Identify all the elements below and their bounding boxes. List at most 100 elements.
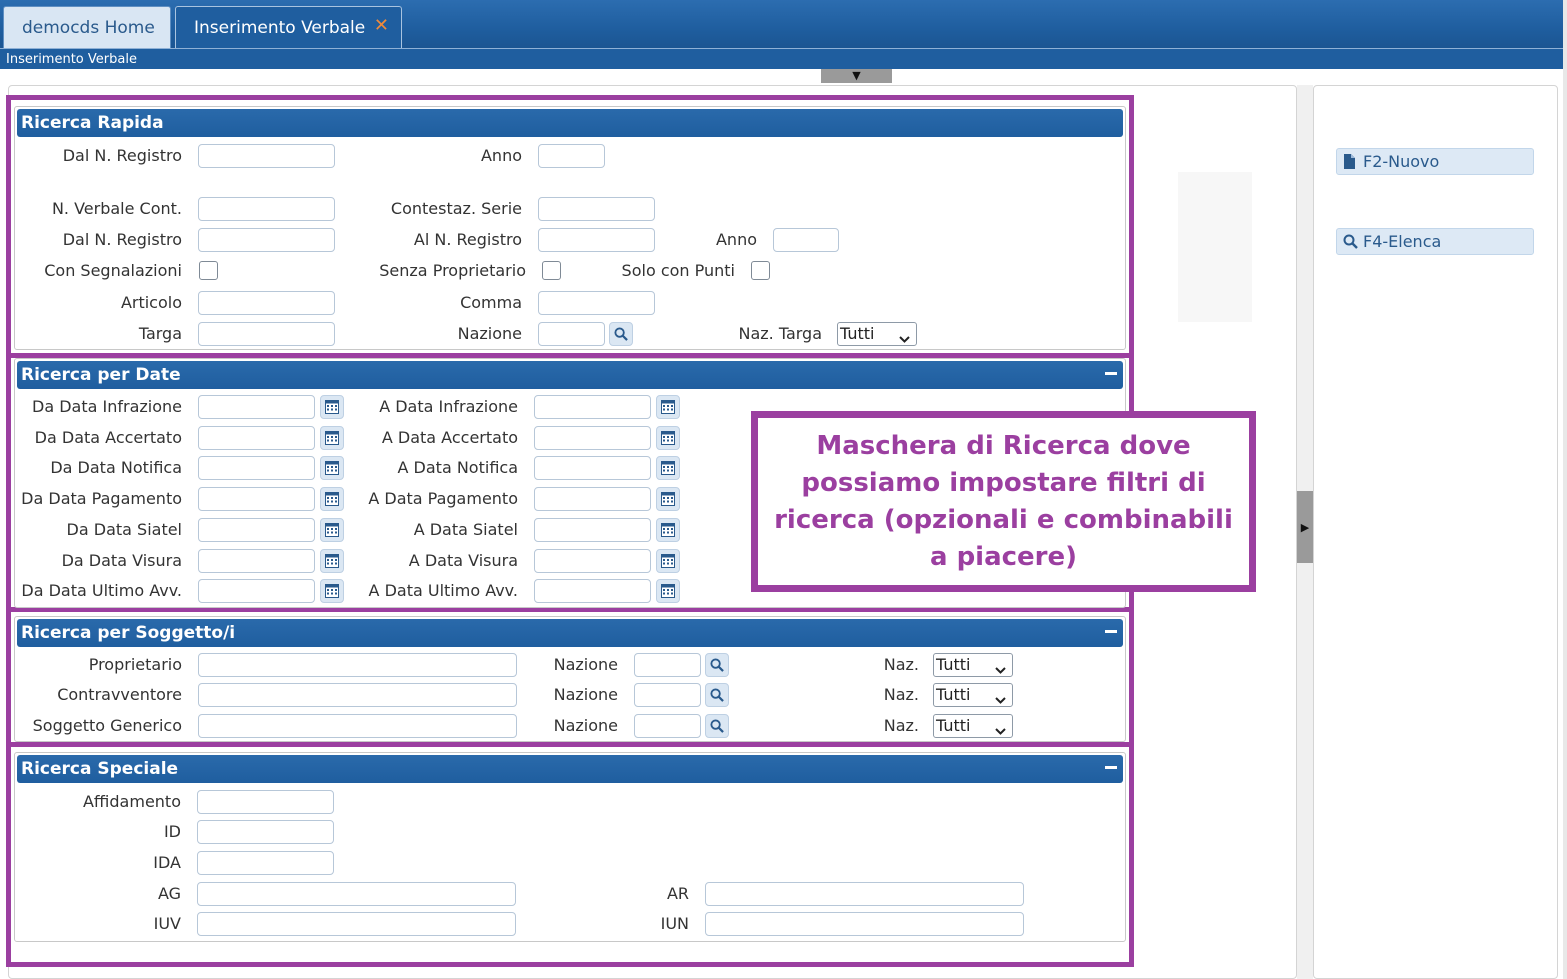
chevron-down-icon	[899, 328, 910, 350]
ar-input[interactable]	[705, 882, 1024, 906]
label-date-to: A Data Siatel	[413, 520, 518, 539]
anno-input[interactable]	[538, 144, 605, 168]
soggetto-input[interactable]	[198, 683, 517, 707]
date-from-input[interactable]	[198, 518, 315, 542]
dal-registro-2-input[interactable]	[198, 228, 335, 252]
label-iun: IUN	[660, 914, 689, 933]
date-to-calendar-button[interactable]	[656, 518, 680, 542]
nazione-input[interactable]	[634, 653, 701, 677]
minimize-icon[interactable]	[1105, 630, 1117, 633]
chevron-down-icon	[995, 720, 1006, 742]
label-naz: Naz.	[883, 685, 919, 704]
label-nazione: Nazione	[553, 716, 618, 735]
date-to-input[interactable]	[534, 487, 651, 511]
label-date-from: Da Data Pagamento	[21, 489, 182, 508]
date-from-calendar-button[interactable]	[320, 426, 344, 450]
naz-select[interactable]: Tutti	[933, 683, 1013, 707]
date-to-input[interactable]	[534, 579, 651, 603]
tab-home[interactable]: democds Home	[3, 6, 171, 48]
date-from-calendar-button[interactable]	[320, 518, 344, 542]
anno-2-input[interactable]	[773, 228, 839, 252]
naz-targa-select[interactable]: Tutti	[837, 322, 917, 346]
label-date-to: A Data Notifica	[397, 458, 518, 477]
date-to-calendar-button[interactable]	[656, 487, 680, 511]
dal-registro-input[interactable]	[198, 144, 335, 168]
nazione-search-button[interactable]	[609, 322, 633, 346]
al-registro-input[interactable]	[538, 228, 655, 252]
date-from-calendar-button[interactable]	[320, 487, 344, 511]
breadcrumb: Inserimento Verbale	[0, 48, 1567, 69]
date-to-calendar-button[interactable]	[656, 395, 680, 419]
date-from-input[interactable]	[198, 549, 315, 573]
iuv-input[interactable]	[197, 912, 516, 936]
tab-inserimento-verbale[interactable]: Inserimento Verbale ✕	[175, 6, 402, 48]
con-segnalazioni-checkbox[interactable]	[199, 261, 218, 280]
minimize-icon[interactable]	[1105, 766, 1117, 769]
date-to-calendar-button[interactable]	[656, 456, 680, 480]
date-from-calendar-button[interactable]	[320, 456, 344, 480]
soggetto-input[interactable]	[198, 653, 517, 677]
minimize-icon[interactable]	[1105, 372, 1117, 375]
soggetto-input[interactable]	[198, 714, 517, 738]
label-naz: Naz.	[883, 716, 919, 735]
close-icon[interactable]: ✕	[374, 15, 389, 36]
label-verbale-cont: N. Verbale Cont.	[51, 199, 182, 218]
side-panel	[1313, 85, 1558, 979]
label-soggetto: Proprietario	[88, 655, 182, 674]
date-to-input[interactable]	[534, 518, 651, 542]
date-to-input[interactable]	[534, 549, 651, 573]
date-to-calendar-button[interactable]	[656, 579, 680, 603]
naz-value: Tutti	[936, 685, 971, 704]
id-input[interactable]	[197, 820, 334, 844]
label-soggetto: Contravventore	[57, 685, 182, 704]
label-articolo: Articolo	[120, 293, 182, 312]
new-button[interactable]: F2-Nuovo	[1336, 148, 1534, 175]
nazione-search-button[interactable]	[705, 683, 729, 707]
nazione-search-button[interactable]	[705, 653, 729, 677]
verbale-cont-input[interactable]	[198, 197, 335, 221]
naz-select[interactable]: Tutti	[933, 653, 1013, 677]
highlight-separator	[8, 742, 1134, 747]
date-from-calendar-button[interactable]	[320, 549, 344, 573]
ag-input[interactable]	[197, 882, 516, 906]
nazione-input[interactable]	[634, 714, 701, 738]
ida-input[interactable]	[197, 851, 334, 875]
search-icon	[614, 327, 628, 341]
date-to-input[interactable]	[534, 426, 651, 450]
solo-punti-checkbox[interactable]	[751, 261, 770, 280]
date-from-calendar-button[interactable]	[320, 579, 344, 603]
naz-select[interactable]: Tutti	[933, 714, 1013, 738]
date-from-calendar-button[interactable]	[320, 395, 344, 419]
date-to-calendar-button[interactable]	[656, 426, 680, 450]
articolo-input[interactable]	[198, 291, 335, 315]
date-to-calendar-button[interactable]	[656, 549, 680, 573]
contestaz-serie-input[interactable]	[538, 197, 655, 221]
comma-input[interactable]	[538, 291, 655, 315]
document-icon	[1343, 154, 1363, 169]
naz-targa-value: Tutti	[840, 324, 875, 343]
expand-right-icon[interactable]: ▶	[1297, 491, 1313, 563]
nazione-search-button[interactable]	[705, 714, 729, 738]
date-from-input[interactable]	[198, 395, 315, 419]
date-from-input[interactable]	[198, 579, 315, 603]
date-from-input[interactable]	[198, 426, 315, 450]
label-date-from: Da Data Accertato	[34, 428, 182, 447]
nazione-input[interactable]	[634, 683, 701, 707]
nazione-input[interactable]	[538, 322, 605, 346]
date-to-input[interactable]	[534, 456, 651, 480]
label-dal-registro-2: Dal N. Registro	[62, 230, 182, 249]
targa-input[interactable]	[198, 322, 335, 346]
date-to-input[interactable]	[534, 395, 651, 419]
affidamento-input[interactable]	[197, 790, 334, 814]
iun-input[interactable]	[705, 912, 1024, 936]
search-icon	[1343, 234, 1363, 249]
annotation-text: Maschera di Ricerca dove possiamo impost…	[774, 430, 1233, 572]
list-button[interactable]: F4-Elenca	[1336, 228, 1534, 255]
date-from-input[interactable]	[198, 456, 315, 480]
senza-proprietario-checkbox[interactable]	[542, 261, 561, 280]
date-from-input[interactable]	[198, 487, 315, 511]
collapse-toggle-down-icon[interactable]: ▼	[821, 69, 892, 83]
calendar-icon	[325, 400, 339, 414]
label-naz: Naz.	[883, 655, 919, 674]
calendar-icon	[325, 492, 339, 506]
